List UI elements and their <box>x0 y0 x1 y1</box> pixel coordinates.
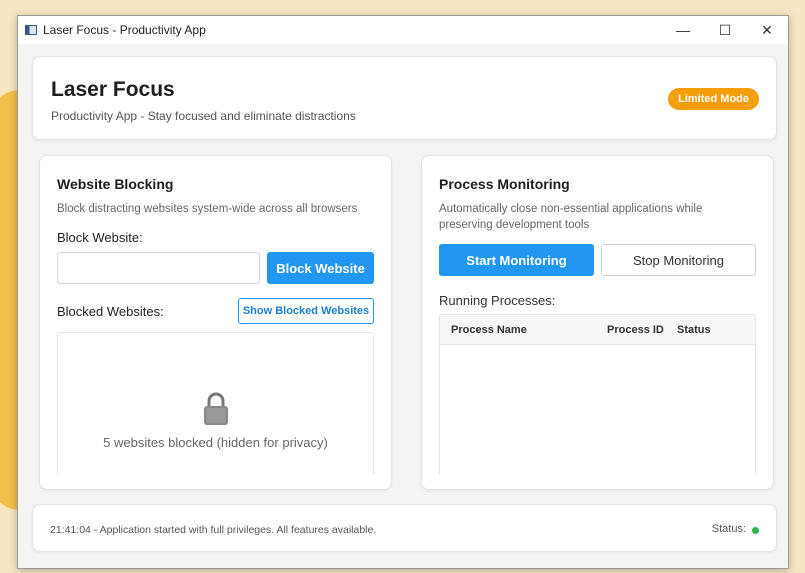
maximize-button[interactable]: ☐ <box>704 16 746 44</box>
column-header-status[interactable]: Status <box>677 324 711 336</box>
status-label: Status: <box>711 523 746 535</box>
header-card: Laser Focus Productivity App - Stay focu… <box>32 56 777 140</box>
running-processes-label: Running Processes: <box>439 293 556 308</box>
blocked-websites-label: Blocked Websites: <box>57 304 164 319</box>
block-website-label: Block Website: <box>57 230 143 245</box>
status-indicator-dot <box>752 527 759 534</box>
window-controls: — ☐ ✕ <box>662 16 788 44</box>
website-url-input[interactable] <box>57 252 260 284</box>
column-header-process-id[interactable]: Process ID <box>607 324 664 336</box>
show-blocked-websites-button[interactable]: Show Blocked Websites <box>238 298 374 324</box>
process-monitoring-description: Automatically close non-essential applic… <box>439 203 703 231</box>
status-log-text: 21:41:04 - Application started with full… <box>50 524 377 536</box>
website-blocking-title: Website Blocking <box>57 176 174 192</box>
status-bar: 21:41:04 - Application started with full… <box>32 504 777 552</box>
column-header-process-name[interactable]: Process Name <box>451 324 527 336</box>
process-monitoring-panel: Process Monitoring Automatically close n… <box>421 155 774 490</box>
blocked-count-text: 5 websites blocked (hidden for privacy) <box>103 435 328 450</box>
block-website-button[interactable]: Block Website <box>267 252 374 284</box>
start-monitoring-button[interactable]: Start Monitoring <box>439 244 594 276</box>
stop-monitoring-button[interactable]: Stop Monitoring <box>601 244 756 276</box>
website-blocking-description: Block distracting websites system-wide a… <box>57 203 358 215</box>
blocked-websites-list: 5 websites blocked (hidden for privacy) <box>57 332 374 474</box>
title-bar: Laser Focus - Productivity App — ☐ ✕ <box>18 16 788 44</box>
window-title: Laser Focus - Productivity App <box>43 23 206 37</box>
limited-mode-badge: Limited Mode <box>668 88 759 110</box>
app-icon <box>25 25 37 35</box>
app-window: Laser Focus - Productivity App — ☐ ✕ Las… <box>17 15 789 569</box>
process-table-header: Process Name Process ID Status <box>440 315 755 345</box>
lock-icon <box>204 392 228 425</box>
website-blocking-panel: Website Blocking Block distracting websi… <box>39 155 392 490</box>
close-button[interactable]: ✕ <box>746 16 788 44</box>
minimize-button[interactable]: — <box>662 16 704 44</box>
app-subtitle: Productivity App - Stay focused and elim… <box>51 109 356 123</box>
app-title: Laser Focus <box>51 78 175 101</box>
process-monitoring-title: Process Monitoring <box>439 176 570 192</box>
process-table: Process Name Process ID Status <box>439 314 756 474</box>
